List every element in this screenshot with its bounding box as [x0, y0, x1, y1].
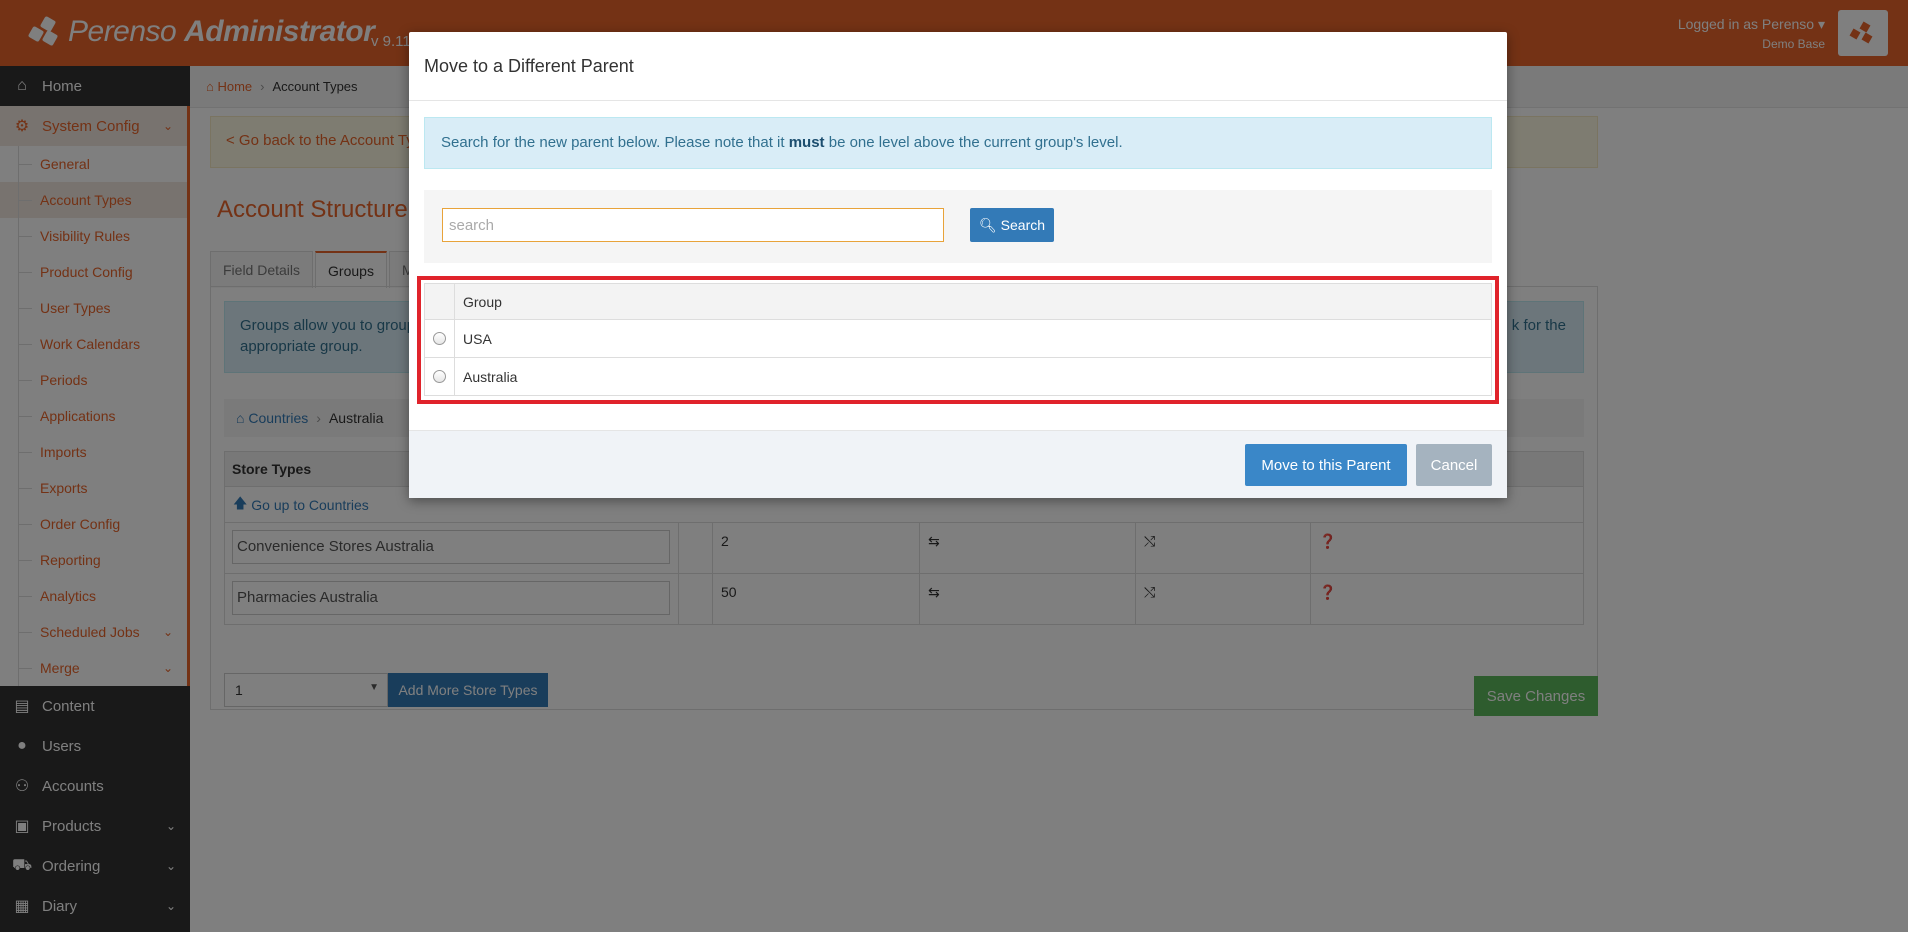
search-button[interactable]: 🔍︎ Search: [970, 208, 1054, 242]
modal-title: Move to a Different Parent: [424, 56, 634, 76]
modal-footer: Move to this Parent Cancel: [409, 430, 1507, 498]
search-well: 🔍︎ Search: [424, 190, 1492, 263]
table-header: Group: [424, 283, 1492, 320]
move-to-parent-button[interactable]: Move to this Parent: [1245, 444, 1407, 486]
info-text-end: be one level above the current group's l…: [824, 134, 1123, 151]
table-row[interactable]: Australia: [424, 358, 1492, 396]
search-button-label: Search: [1000, 217, 1046, 233]
info-text: Search for the new parent below. Please …: [441, 134, 789, 151]
move-parent-modal: Move to a Different Parent Search for th…: [409, 32, 1507, 498]
group-column-header: Group: [463, 293, 502, 310]
modal-info: Search for the new parent below. Please …: [424, 117, 1492, 169]
radio-cell: [425, 320, 455, 357]
info-emphasis: must: [788, 134, 825, 151]
search-icon: 🔍︎: [978, 216, 1001, 233]
table-row[interactable]: USA: [424, 320, 1492, 358]
cancel-button[interactable]: Cancel: [1416, 444, 1492, 486]
radio-cell: [425, 358, 455, 395]
search-input[interactable]: [442, 208, 944, 242]
group-radio[interactable]: [433, 332, 446, 345]
select-column: [425, 284, 455, 319]
group-radio[interactable]: [433, 370, 446, 383]
group-name: USA: [463, 330, 492, 347]
modal-divider: [409, 100, 1507, 101]
group-name: Australia: [463, 368, 518, 385]
group-results-table: Group USA Australia: [424, 283, 1492, 396]
